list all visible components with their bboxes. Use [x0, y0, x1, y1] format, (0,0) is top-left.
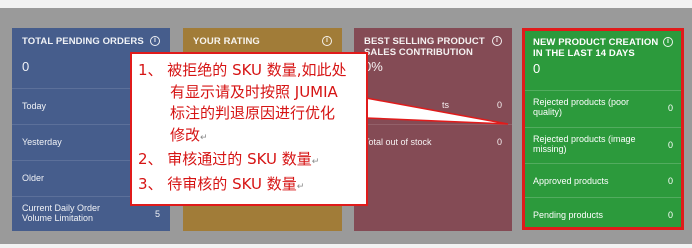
card-title: YOUR RATING [193, 36, 260, 47]
paragraph-mark-icon: ↵ [200, 132, 208, 143]
row-out-of-stock[interactable]: Total out of stock 0 [354, 124, 512, 160]
row-value: 0 [496, 137, 502, 147]
annotation-line-3: 标注的判退原因进行优化 [170, 104, 336, 122]
annotation-line-5: 2、 审核通过的 SKU 数量↵ [138, 150, 320, 168]
row-label: Total out of stock [364, 137, 432, 147]
row-label: Current Daily Order Volume Limitation [22, 203, 101, 223]
paragraph-mark-icon: ↵ [296, 181, 305, 192]
info-icon[interactable]: i [663, 37, 673, 47]
annotation-line-1: 1、 被拒绝的 SKU 数量,如此处 [138, 61, 347, 79]
row-label: Approved products [533, 176, 609, 186]
row-value: 0 [667, 140, 673, 150]
info-icon[interactable]: i [322, 36, 332, 46]
card-title: NEW PRODUCT CREATION IN THE LAST 14 DAYS [533, 37, 659, 59]
row-value: 0 [667, 210, 673, 220]
card-title: BEST SELLING PRODUCT SALES CONTRIBUTION [364, 36, 485, 58]
row-label: ts [442, 100, 450, 110]
best-selling-card[interactable]: BEST SELLING PRODUCT SALES CONTRIBUTION … [354, 28, 512, 231]
annotation-line-4: 修改↵ [170, 125, 208, 144]
row-value: 0 [496, 100, 502, 110]
row-label: Rejected products (image missing) [533, 134, 636, 154]
row-approved[interactable]: Approved products 0 [525, 163, 681, 199]
card-value: 0 [533, 61, 541, 76]
paragraph-mark-icon: ↵ [311, 157, 320, 167]
card-value: 0 [22, 59, 30, 74]
row-label: Older [22, 173, 45, 183]
annotation-callout: 1、 被拒绝的 SKU 数量,如此处 有显示请及时按照 JUMIA 标注的判退原… [130, 52, 368, 206]
row-label: Rejected products (poor quality) [533, 97, 630, 117]
row-label: Pending products [533, 210, 604, 220]
row-label: Yesterday [22, 137, 62, 147]
row-total-products[interactable]: ts 0 [354, 88, 512, 124]
card-title: TOTAL PENDING ORDERS [22, 36, 144, 47]
info-icon[interactable]: i [150, 36, 160, 46]
row-label: Today [22, 101, 47, 111]
row-pending[interactable]: Pending products 0 [525, 197, 681, 233]
row-value: 5 [154, 209, 160, 219]
row-rejected-image[interactable]: Rejected products (image missing) 0 [525, 127, 681, 163]
annotation-line-6: 3、 待审核的 SKU 数量↵ [138, 174, 305, 193]
row-rejected-quality[interactable]: Rejected products (poor quality) 0 [525, 90, 681, 126]
info-icon[interactable]: i [492, 36, 502, 46]
row-value: 0 [667, 176, 673, 186]
annotation-line-2: 有显示请及时按照 JUMIA [170, 82, 338, 101]
dashboard: TOTAL PENDING ORDERS i 0 Today Yesterday… [0, 0, 692, 248]
row-value: 0 [667, 103, 673, 113]
new-product-card[interactable]: NEW PRODUCT CREATION IN THE LAST 14 DAYS… [522, 28, 684, 230]
